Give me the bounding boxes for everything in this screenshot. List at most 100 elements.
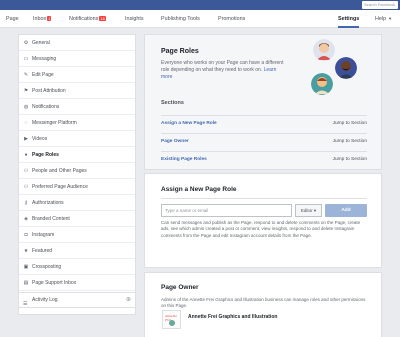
sidebar-item-label: Featured xyxy=(32,248,53,254)
section-existing-link[interactable]: Existing Page Roles xyxy=(161,157,207,162)
nav-insights[interactable]: Insights xyxy=(125,10,144,28)
nav-help[interactable]: Help ▼ xyxy=(375,10,392,28)
sidebar-item-edit-page[interactable]: ✎ Edit Page xyxy=(19,67,135,83)
sidebar-item-label: Branded Content xyxy=(32,216,70,222)
page-owner-panel: Page Owner Admins of the Annette Frei Gr… xyxy=(144,272,382,337)
page-owner-title: Page Owner xyxy=(161,284,199,291)
nav-inbox-label: Inbox xyxy=(33,16,47,22)
jump-to-section-link[interactable]: Jump to Section xyxy=(333,139,367,144)
sidebar-item-notifications[interactable]: ◍ Notifications xyxy=(19,99,135,115)
page-roles-header: Page Roles Everyone who works on your Pa… xyxy=(144,34,382,170)
sidebar-item-activity-log[interactable]: ☰ Activity Log ⊕ xyxy=(18,292,136,308)
sidebar-item-label: Edit Page xyxy=(32,72,54,78)
nav-notifications[interactable]: Notifications 16 xyxy=(69,10,106,28)
owner-avatar: Annette Frei xyxy=(162,310,181,329)
avatar xyxy=(311,73,333,95)
add-icon[interactable]: ⊕ xyxy=(126,293,131,307)
logo-mark xyxy=(169,320,175,326)
sidebar-item-page-roles[interactable]: ● Page Roles xyxy=(19,147,135,163)
sidebar-item-label: Page Roles xyxy=(32,152,59,158)
sidebar-item-videos[interactable]: ▶ Videos xyxy=(19,131,135,147)
top-bar: Search Facebook xyxy=(0,0,400,10)
section-owner-link[interactable]: Page Owner xyxy=(161,139,189,144)
chat-icon: ▭ xyxy=(23,56,29,62)
sidebar-item-branded-content[interactable]: ◈ Branded Content xyxy=(19,211,135,227)
inbox-badge: 1 xyxy=(47,16,52,22)
sidebar-item-label: General xyxy=(32,40,50,46)
nav-page[interactable]: Page xyxy=(6,10,19,28)
activity-log-label: Activity Log xyxy=(32,297,58,303)
page-nav: Page Inbox 1 Notifications 16 Insights Pub… xyxy=(0,10,400,28)
sidebar-item-label: Authorizations xyxy=(32,200,64,206)
settings-sidebar: ⚙ General ▭ Messaging ✎ Edit Page ⚑ Post Att… xyxy=(18,34,136,315)
owner-name-link[interactable]: Annette Frei Graphics and Illustration xyxy=(188,314,277,320)
nav-insights-label: Insights xyxy=(125,16,144,22)
jump-to-section-link[interactable]: Jump to Section xyxy=(333,121,367,126)
chevron-down-icon: ▼ xyxy=(388,16,393,21)
sidebar-item-label: Instagram xyxy=(32,232,55,238)
video-icon: ▶ xyxy=(24,136,28,142)
chevron-down-icon: ▾ xyxy=(312,208,317,213)
sidebar-item-label: Videos xyxy=(32,136,48,142)
gear-icon: ⚙ xyxy=(23,40,29,46)
avatar xyxy=(313,39,335,61)
sidebar-item-instagram[interactable]: ◘ Instagram xyxy=(19,227,135,243)
page-title: Page Roles xyxy=(161,48,199,55)
messenger-icon: ◌ xyxy=(24,120,28,126)
sidebar-item-preferred-page-audience[interactable]: ⚇ Preferred Page Audience xyxy=(19,179,135,195)
sidebar-item-post-attribution[interactable]: ⚑ Post Attribution xyxy=(19,83,135,99)
sidebar-item-messaging[interactable]: ▭ Messaging xyxy=(19,51,135,67)
jump-to-section-link[interactable]: Jump to Section xyxy=(333,157,367,162)
notifications-badge: 16 xyxy=(99,16,106,22)
sidebar-item-label: People and Other Pages xyxy=(32,168,87,174)
sidebar-item-label: Crossposting xyxy=(32,264,62,270)
sidebar-item-people-and-other-pages[interactable]: ⚇ People and Other Pages xyxy=(19,163,135,179)
nav-settings[interactable]: Settings xyxy=(338,10,360,28)
inbox-icon: ▤ xyxy=(23,280,29,286)
audience-icon: ⚇ xyxy=(23,184,29,190)
nav-promotions[interactable]: Promotions xyxy=(218,10,245,28)
sidebar-item-label: Messenger Platform xyxy=(32,120,77,126)
email-field[interactable]: Type a name or email xyxy=(161,204,292,217)
sidebar-item-label: Preferred Page Audience xyxy=(32,184,88,190)
people-icon: ⚇ xyxy=(23,168,29,174)
nav-settings-label: Settings xyxy=(338,16,360,22)
page-owner-description: Admins of the Annette Frei Graphics and … xyxy=(161,297,366,309)
sidebar-item-label: Messaging xyxy=(32,56,57,62)
sidebar-item-label: Page Support Inbox xyxy=(32,280,77,286)
sidebar-item-page-support-inbox[interactable]: ▤ Page Support Inbox xyxy=(19,275,135,291)
section-row: Existing Page Roles Jump to Section xyxy=(161,151,367,169)
sidebar-item-messenger-platform[interactable]: ◌ Messenger Platform xyxy=(19,115,135,131)
sidebar-item-label: Notifications xyxy=(32,104,60,110)
section-row: Assign a New Page Role Jump to Section xyxy=(161,115,367,133)
section-row: Page Owner Jump to Section xyxy=(161,133,367,151)
star-icon: ★ xyxy=(23,248,29,254)
sidebar-item-crossposting[interactable]: ▣ Crossposting xyxy=(19,259,135,275)
flag-icon: ⚑ xyxy=(23,88,29,94)
assign-role-panel: Assign a New Page Role Type a name or em… xyxy=(144,173,382,268)
sidebar-item-featured[interactable]: ★ Featured xyxy=(19,243,135,259)
nav-page-label: Page xyxy=(6,16,19,22)
instagram-icon: ◘ xyxy=(24,232,28,238)
sidebar-item-general[interactable]: ⚙ General xyxy=(19,35,135,51)
sidebar-item-authorizations[interactable]: ⚷ Authorizations xyxy=(19,195,135,211)
nav-help-label: Help xyxy=(375,16,387,22)
add-button[interactable]: Add xyxy=(325,204,367,217)
sections-heading: Sections xyxy=(161,100,184,106)
assign-role-title: Assign a New Page Role xyxy=(161,186,237,193)
divider xyxy=(161,198,367,199)
section-assign-link[interactable]: Assign a New Page Role xyxy=(161,121,217,126)
search-input[interactable]: Search Facebook xyxy=(362,1,398,9)
nav-publishing-tools[interactable]: Publishing Tools xyxy=(161,10,200,28)
crosspost-icon: ▣ xyxy=(23,264,29,270)
globe-icon: ◍ xyxy=(23,104,29,110)
person-icon: ● xyxy=(24,152,28,158)
pencil-icon: ✎ xyxy=(23,72,29,78)
nav-notifications-label: Notifications xyxy=(69,16,99,22)
nav-inbox[interactable]: Inbox 1 xyxy=(33,10,52,28)
list-icon: ☰ xyxy=(23,301,28,307)
sidebar-item-label: Post Attribution xyxy=(32,88,66,94)
tag-icon: ◈ xyxy=(24,216,28,222)
role-select[interactable]: Editor ▾ xyxy=(295,204,322,217)
avatar xyxy=(335,57,357,79)
